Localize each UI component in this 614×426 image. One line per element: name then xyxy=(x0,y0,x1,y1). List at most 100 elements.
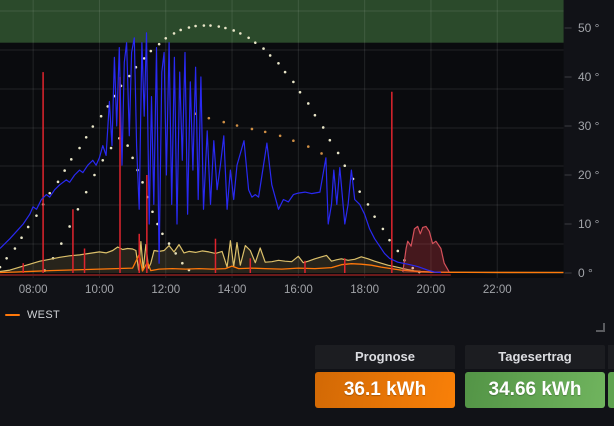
grafana-dashboard: 0 ° 10 ° 20 ° 30 ° 40 ° 50 ° 08:00 10:00 12:00 14… xyxy=(0,0,614,426)
series-sun-elevation-dots xyxy=(85,136,88,139)
series-sun-elevation-dots xyxy=(343,164,346,167)
series-sun-elevation-dots xyxy=(14,247,17,250)
series-sun-elevation-dots xyxy=(262,47,265,50)
series-secondary-arc-dots xyxy=(161,233,164,236)
series-sun-elevation-dots xyxy=(150,50,153,53)
series-sun-elevation-dots xyxy=(203,24,206,27)
legend-west-label: WEST xyxy=(27,309,60,321)
x-axis-label: 14:00 xyxy=(218,284,247,296)
series-sun-elevation-dots xyxy=(232,29,235,32)
series-sun-elevation-dots xyxy=(173,32,176,35)
series-sun-elevation-dots xyxy=(179,29,182,32)
series-secondary-arc-dots xyxy=(168,242,171,245)
series-sun-elevation-dots xyxy=(239,32,242,35)
series-tertiary-orange-dots xyxy=(279,135,282,138)
timeseries-panel[interactable]: 0 ° 10 ° 20 ° 30 ° 40 ° 50 ° 08:00 10:00 12:00 14… xyxy=(0,0,614,330)
series-secondary-arc-dots xyxy=(60,242,63,245)
stat-panel-prognose: Prognose 36.1 kWh xyxy=(315,345,455,408)
series-secondary-arc-dots xyxy=(126,144,129,147)
series-sun-elevation-dots xyxy=(358,190,361,193)
series-sun-elevation-dots xyxy=(27,226,30,229)
series-sun-elevation-dots xyxy=(48,192,51,195)
panel-resize-handle-icon[interactable] xyxy=(596,323,605,332)
series-secondary-arc-dots xyxy=(151,210,154,213)
series-sun-elevation-dots xyxy=(329,139,332,142)
stat-panel-tagesertrag-value: 34.66 kWh xyxy=(465,372,605,408)
series-secondary-arc-dots xyxy=(141,181,144,184)
series-sun-elevation-dots xyxy=(188,26,191,29)
series-sun-elevation-dots xyxy=(57,181,60,184)
series-sun-elevation-dots xyxy=(367,203,370,206)
series-sun-elevation-dots xyxy=(100,115,103,118)
series-sun-elevation-dots xyxy=(373,215,376,218)
series-sun-elevation-dots xyxy=(322,126,325,129)
series-sun-elevation-dots xyxy=(20,236,23,239)
series-secondary-arc-dots xyxy=(77,208,80,211)
series-sun-elevation-dots xyxy=(307,102,310,105)
series-tertiary-orange-dots xyxy=(222,121,225,124)
series-sun-elevation-dots xyxy=(224,27,227,30)
series-secondary-arc-dots xyxy=(101,159,104,162)
series-tertiary-orange-dots xyxy=(320,152,323,155)
series-sun-elevation-dots xyxy=(388,239,391,242)
series-sun-elevation-dots xyxy=(164,37,167,40)
series-sun-elevation-dots xyxy=(277,62,280,65)
series-sun-elevation-dots xyxy=(217,25,220,28)
x-axis-label: 20:00 xyxy=(417,284,446,296)
x-axis-label: 10:00 xyxy=(85,284,114,296)
series-tertiary-orange-dots xyxy=(251,128,254,131)
series-tertiary-orange-dots xyxy=(236,124,239,127)
series-sun-elevation-dots xyxy=(70,158,73,161)
x-axis-label: 08:00 xyxy=(19,284,48,296)
legend-item-west[interactable]: WEST xyxy=(5,309,60,321)
x-axis-label: 22:00 xyxy=(483,284,512,296)
adjacent-panel-header-sliver xyxy=(608,345,614,369)
x-axis-label: 16:00 xyxy=(284,284,313,296)
series-secondary-arc-dots xyxy=(93,174,96,177)
series-tertiary-orange-dots xyxy=(264,131,267,134)
series-sun-elevation-dots xyxy=(128,75,131,78)
series-sun-elevation-dots xyxy=(397,250,400,253)
series-sun-elevation-dots xyxy=(284,71,287,74)
series-sun-elevation-dots xyxy=(314,114,317,117)
series-sun-elevation-dots xyxy=(158,43,161,46)
series-sun-elevation-dots xyxy=(247,37,250,40)
stat-panel-prognose-title[interactable]: Prognose xyxy=(315,345,455,369)
timeseries-chart[interactable]: 0 ° 10 ° 20 ° 30 ° 40 ° 50 ° 08:00 10:00 12:00 14… xyxy=(0,0,614,330)
series-tertiary-orange-dots xyxy=(292,139,295,142)
adjacent-panel-value-sliver xyxy=(608,372,614,408)
series-sun-elevation-dots xyxy=(35,214,38,217)
series-sun-elevation-dots xyxy=(292,81,295,84)
series-sun-elevation-dots xyxy=(209,24,212,27)
legend-west-color-dash xyxy=(5,314,20,316)
series-sun-elevation-dots xyxy=(382,228,385,231)
stat-panel-tagesertrag-title[interactable]: Tagesertrag xyxy=(465,345,605,369)
x-axis-label: 18:00 xyxy=(350,284,379,296)
y-axis-label: 20 ° xyxy=(578,168,600,182)
y-axis-label: 50 ° xyxy=(578,21,600,35)
series-secondary-arc-dots xyxy=(110,147,113,150)
series-secondary-arc-dots xyxy=(131,157,134,160)
series-sun-elevation-dots xyxy=(194,25,197,28)
series-sun-elevation-dots xyxy=(254,41,257,44)
series-sun-elevation-dots xyxy=(92,125,95,128)
y-axis-label: 40 ° xyxy=(578,70,600,84)
x-axis-label: 12:00 xyxy=(151,284,180,296)
adjacent-panel-sliver xyxy=(608,345,614,408)
series-secondary-arc-dots xyxy=(68,225,71,228)
series-sun-elevation-dots xyxy=(143,57,146,60)
series-sun-elevation-dots xyxy=(63,169,66,172)
series-sun-elevation-dots xyxy=(78,147,81,150)
y-axis-label: 10 ° xyxy=(578,217,600,231)
y-axis-label: 30 ° xyxy=(578,119,600,133)
series-sun-elevation-dots xyxy=(299,91,302,94)
series-tertiary-orange-dots xyxy=(307,145,310,148)
series-sun-elevation-dots xyxy=(269,54,272,57)
stat-panel-tagesertrag: Tagesertrag 34.66 kWh xyxy=(465,345,605,408)
series-sun-elevation-dots xyxy=(337,152,340,155)
y-axis-label: 0 ° xyxy=(578,266,593,280)
series-secondary-arc-dots xyxy=(85,191,88,194)
series-tertiary-orange-dots xyxy=(208,117,211,120)
threshold-region-green xyxy=(0,0,564,43)
series-sun-elevation-dots xyxy=(5,257,8,260)
